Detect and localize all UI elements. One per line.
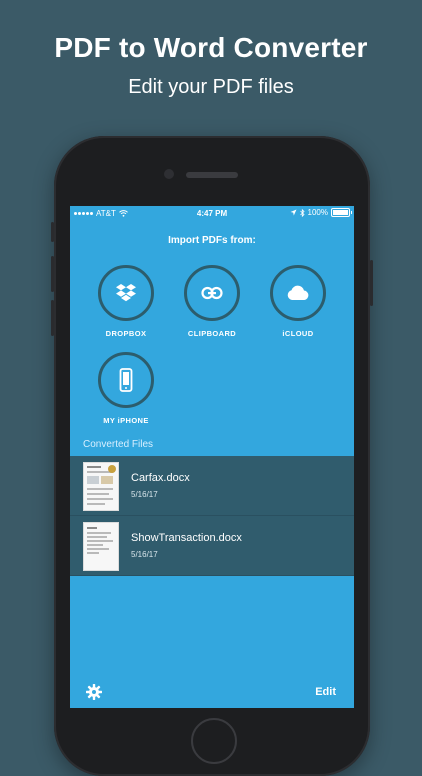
- source-label-my-iphone: MY iPHONE: [103, 416, 149, 425]
- phone-icon: [119, 368, 133, 392]
- import-title: Import PDFs from:: [168, 235, 256, 246]
- gear-icon[interactable]: [86, 684, 102, 700]
- bottom-toolbar: Edit: [70, 676, 354, 708]
- front-camera: [164, 169, 174, 179]
- edit-button[interactable]: Edit: [315, 686, 336, 698]
- my-iphone-circle[interactable]: [98, 352, 154, 408]
- dropbox-icon: [116, 284, 136, 302]
- phone-frame: AT&T 4:47 PM 100% Import PDFs from: DROP…: [51, 136, 373, 776]
- clipboard-circle[interactable]: [184, 265, 240, 321]
- promo-subline: Edit your PDF files: [128, 76, 294, 98]
- source-label-dropbox: DROPBOX: [105, 329, 147, 338]
- app-screen: AT&T 4:47 PM 100% Import PDFs from: DROP…: [70, 206, 354, 708]
- promo-headline: PDF to Word Converter: [54, 32, 368, 63]
- file-name: Carfax.docx: [131, 472, 190, 484]
- icloud-circle[interactable]: [270, 265, 326, 321]
- volume-down-button: [51, 300, 54, 336]
- file-row-showtransaction[interactable]: ShowTransaction.docx 5/16/17: [70, 516, 354, 576]
- link-icon: [201, 286, 223, 300]
- source-label-clipboard: CLIPBOARD: [187, 329, 237, 338]
- cloud-icon: [287, 285, 309, 300]
- battery-icon: [331, 208, 352, 217]
- status-right: 100%: [290, 208, 352, 217]
- source-label-icloud: iCLOUD: [282, 329, 314, 338]
- bluetooth-icon: [299, 208, 305, 217]
- converted-files-header: Converted Files: [83, 439, 154, 450]
- home-button: [191, 718, 237, 764]
- file-thumbnail: [83, 522, 119, 571]
- status-bar: AT&T 4:47 PM 100%: [70, 206, 354, 220]
- earpiece-speaker: [186, 172, 238, 178]
- file-date: 5/16/17: [131, 490, 158, 499]
- source-icloud[interactable]: iCLOUD: [262, 265, 334, 338]
- volume-up-button: [51, 256, 54, 292]
- source-dropbox[interactable]: DROPBOX: [90, 265, 162, 338]
- location-arrow-icon: [290, 209, 297, 216]
- silent-switch: [51, 222, 54, 242]
- source-clipboard[interactable]: CLIPBOARD: [176, 265, 248, 338]
- battery-percent: 100%: [307, 208, 328, 217]
- source-my-iphone[interactable]: MY iPHONE: [90, 352, 162, 425]
- file-name: ShowTransaction.docx: [131, 532, 242, 544]
- file-row-carfax[interactable]: Carfax.docx 5/16/17: [70, 456, 354, 516]
- converted-files-list: Carfax.docx 5/16/17 ShowTransaction.docx…: [70, 456, 354, 576]
- power-button: [370, 260, 373, 306]
- file-date: 5/16/17: [131, 550, 158, 559]
- file-thumbnail: [83, 462, 119, 511]
- dropbox-circle[interactable]: [98, 265, 154, 321]
